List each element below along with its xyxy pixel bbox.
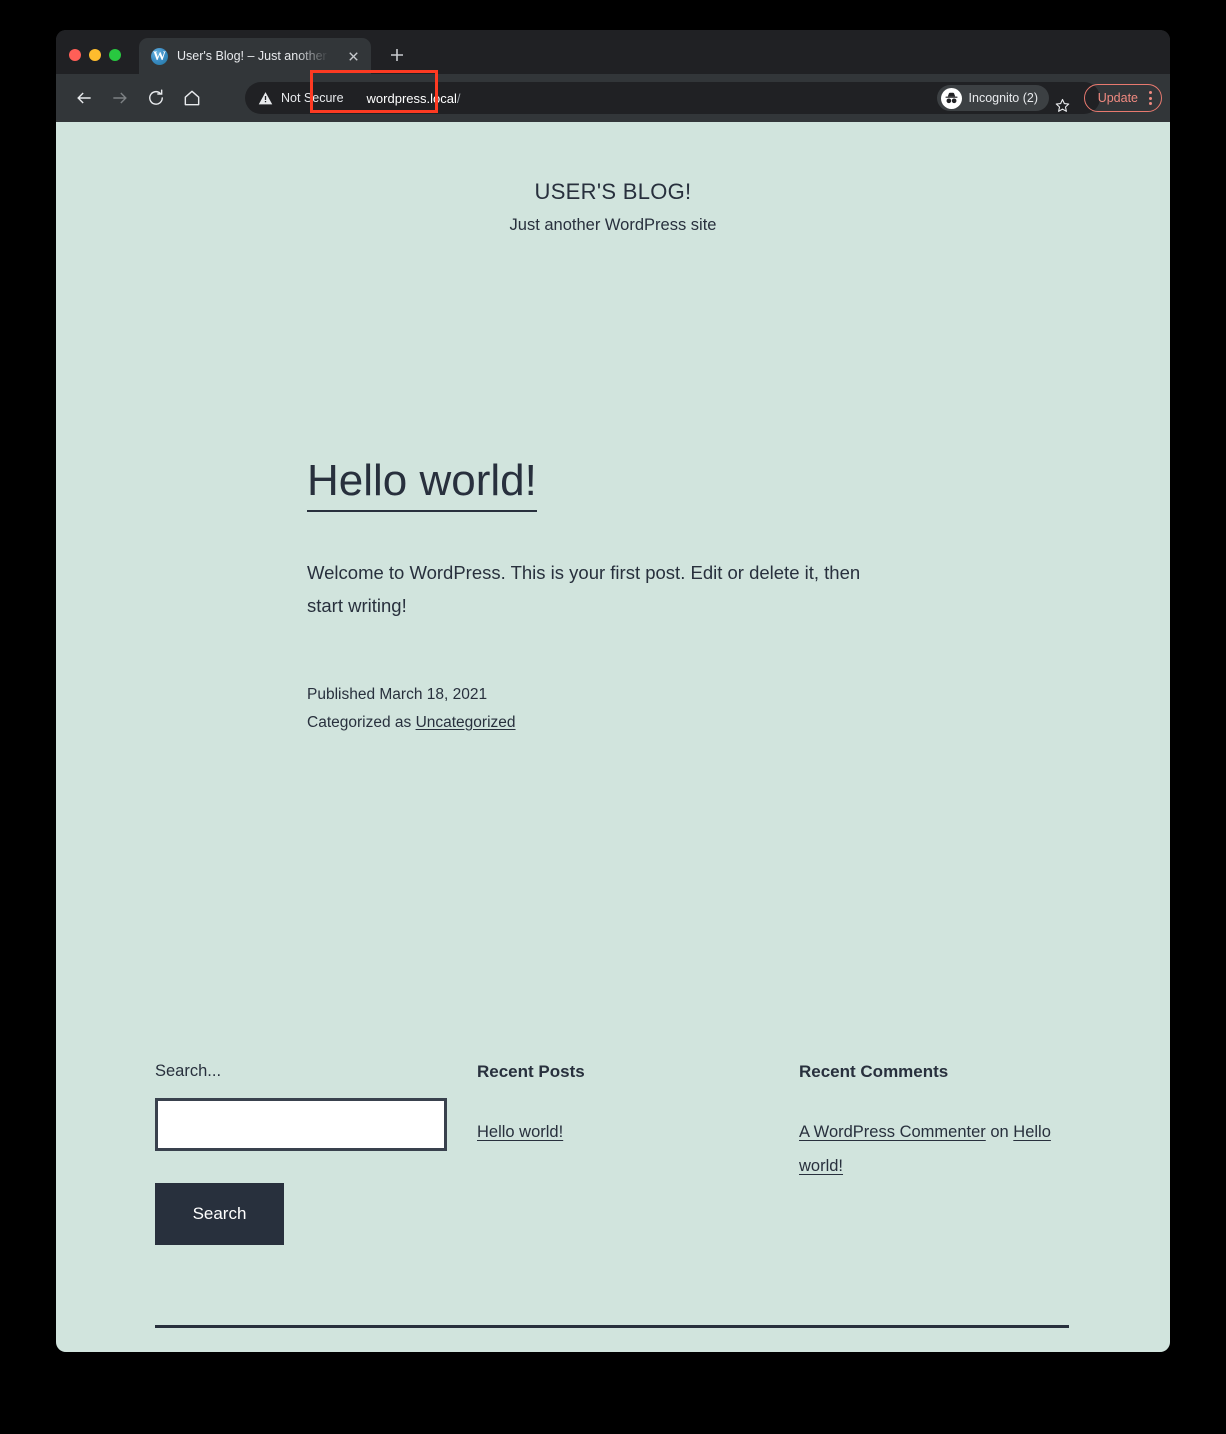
incognito-label: Incognito (2) xyxy=(968,91,1038,105)
close-icon[interactable] xyxy=(346,49,361,64)
recent-comments-title: Recent Comments xyxy=(799,1062,949,1081)
post-title-link[interactable]: Hello world! xyxy=(307,456,537,512)
incognito-icon xyxy=(940,87,962,109)
site-footer: USER'S BLOG! Proudly powered by WordPres… xyxy=(155,1325,1069,1352)
post-meta: Published March 18, 2021 Categorized as … xyxy=(307,681,927,735)
recent-posts-widget: Recent Posts Hello world! xyxy=(477,1062,799,1245)
footer-divider xyxy=(155,1325,1069,1328)
forward-arrow-icon xyxy=(106,84,134,112)
search-label: Search... xyxy=(155,1062,222,1080)
post-published-date: Published March 18, 2021 xyxy=(307,686,488,704)
favicon-letter: W xyxy=(153,48,166,63)
security-status-label: Not Secure xyxy=(281,91,344,105)
browser-tab[interactable]: W User's Blog! – Just another Wo xyxy=(139,38,371,74)
reload-icon[interactable] xyxy=(142,84,170,112)
incognito-badge[interactable]: Incognito (2) xyxy=(936,85,1049,111)
widget-area: Search... Search Recent Posts Hello worl… xyxy=(155,1062,1085,1245)
kebab-menu-icon[interactable] xyxy=(1144,91,1157,105)
comment-author-link[interactable]: A WordPress Commenter xyxy=(799,1123,986,1141)
url-path: / xyxy=(456,90,461,106)
update-button[interactable]: Update xyxy=(1083,84,1162,112)
tab-strip: W User's Blog! – Just another Wo xyxy=(56,30,1170,74)
url-host: wordpress.local xyxy=(366,90,457,106)
categorized-label: Categorized as xyxy=(307,713,416,731)
warning-triangle-icon xyxy=(258,91,273,106)
url-text: wordpress.local/ xyxy=(367,91,461,106)
minimize-window-button[interactable] xyxy=(89,49,101,61)
tab-title: User's Blog! – Just another Wo xyxy=(177,49,329,63)
browser-toolbar: Not Secure wordpress.local/ Incognito (2… xyxy=(56,74,1170,122)
site-tagline: Just another WordPress site xyxy=(509,216,717,235)
update-label: Update xyxy=(1097,91,1138,105)
wordpress-favicon: W xyxy=(151,47,168,65)
recent-posts-list: Hello world! xyxy=(477,1116,799,1150)
maximize-window-button[interactable] xyxy=(109,49,121,61)
list-item: Hello world! xyxy=(477,1116,799,1150)
recent-post-link[interactable]: Hello world! xyxy=(477,1123,563,1141)
post-article: Hello world! Welcome to WordPress. This … xyxy=(307,456,927,736)
browser-window: W User's Blog! – Just another Wo xyxy=(56,30,1170,1352)
comment-connector: on xyxy=(985,1123,1014,1141)
new-tab-button[interactable] xyxy=(386,44,408,66)
post-category-line: Categorized as Uncategorized xyxy=(307,709,927,736)
search-widget: Search... Search xyxy=(155,1062,477,1245)
back-arrow-icon[interactable] xyxy=(70,84,98,112)
search-input[interactable] xyxy=(155,1098,447,1151)
recent-posts-title: Recent Posts xyxy=(477,1062,585,1081)
search-button[interactable]: Search xyxy=(155,1183,284,1245)
wordpress-page: USER'S BLOG! Just another WordPress site… xyxy=(56,122,1170,1352)
home-icon[interactable] xyxy=(178,84,206,112)
close-window-button[interactable] xyxy=(69,49,81,61)
post-excerpt: Welcome to WordPress. This is your first… xyxy=(307,561,861,616)
window-controls xyxy=(69,49,121,61)
page-viewport: USER'S BLOG! Just another WordPress site… xyxy=(56,122,1170,1352)
list-item: A WordPress Commenter on Hello world! xyxy=(799,1116,1085,1184)
category-link[interactable]: Uncategorized xyxy=(416,714,516,731)
site-header: USER'S BLOG! Just another WordPress site xyxy=(56,122,1170,235)
site-title[interactable]: USER'S BLOG! xyxy=(56,179,1170,205)
recent-comments-widget: Recent Comments A WordPress Commenter on… xyxy=(799,1062,1085,1245)
recent-comments-list: A WordPress Commenter on Hello world! xyxy=(799,1116,1085,1184)
star-icon[interactable] xyxy=(1047,90,1078,121)
